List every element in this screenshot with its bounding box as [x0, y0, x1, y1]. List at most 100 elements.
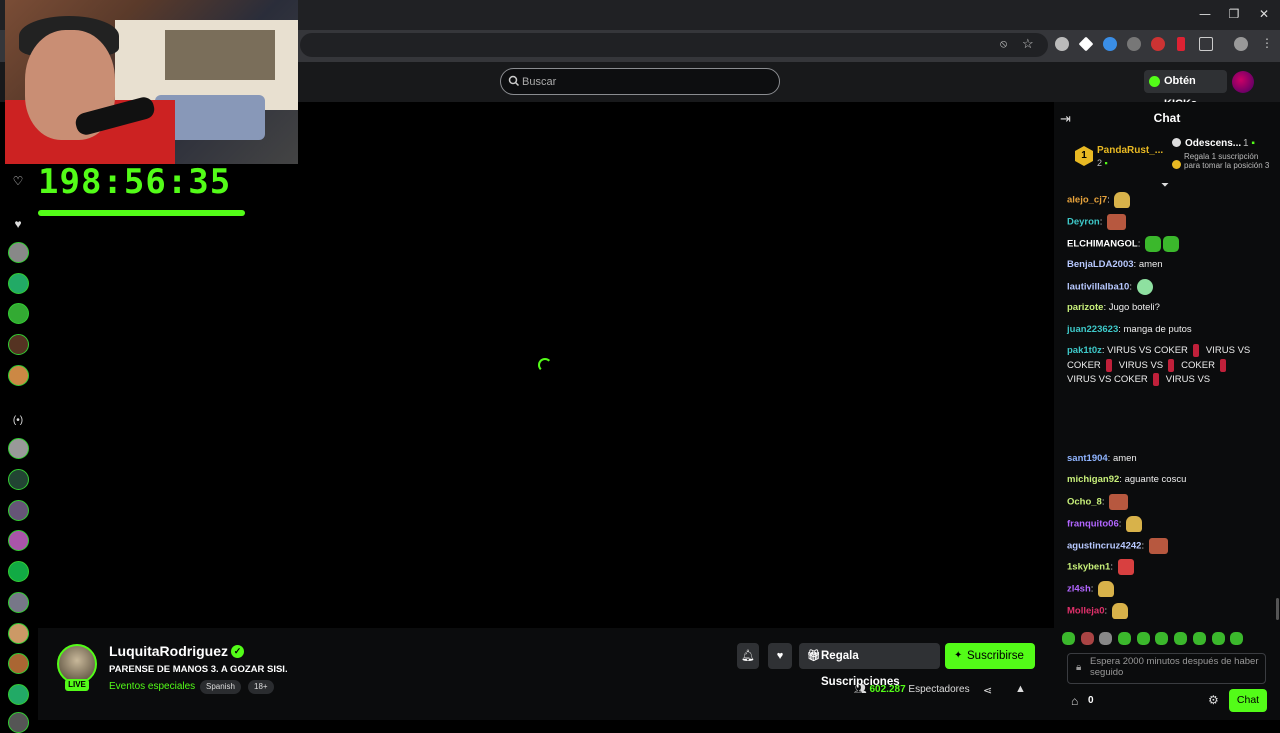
chat-username[interactable]: alejo_cj7	[1067, 195, 1107, 206]
sidebar-channel-avatar[interactable]	[8, 273, 29, 294]
stream-category[interactable]: Eventos especiales	[109, 681, 195, 692]
chat-message: Deyron:	[1067, 214, 1257, 230]
tag-age[interactable]: 18+	[248, 680, 274, 694]
face-emote-icon	[1107, 214, 1127, 230]
puzzle-icon[interactable]	[1199, 37, 1213, 51]
clap-emote-icon	[1098, 581, 1115, 597]
sidebar-channel-avatar[interactable]	[8, 334, 29, 355]
emote-icon[interactable]	[1136, 632, 1150, 646]
emote-icon[interactable]	[1155, 632, 1169, 646]
chat-username[interactable]: lautivillalba10	[1067, 282, 1129, 293]
sidebar-channel-avatar[interactable]	[8, 242, 29, 263]
chat-message-text: COKER	[1181, 359, 1215, 371]
eye-off-icon[interactable]: ⦸	[1000, 38, 1007, 51]
gift-subs-button[interactable]: 🎁︎ Regala Suscripciones	[799, 643, 940, 688]
top-gifter-name[interactable]: PandaRust_...	[1097, 145, 1163, 156]
extension-icon[interactable]	[1055, 37, 1069, 51]
chat-username[interactable]: Ocho_8	[1067, 497, 1102, 508]
chat-send-button[interactable]: Chat	[1229, 689, 1267, 712]
report-icon[interactable]: ▲	[1015, 683, 1026, 695]
sidebar-channel-avatar[interactable]	[8, 303, 29, 324]
user-avatar[interactable]	[1232, 71, 1254, 93]
tag-language[interactable]: Spanish	[200, 680, 241, 694]
extension-icon[interactable]	[1177, 37, 1185, 51]
close-icon[interactable]: ✕	[1249, 4, 1279, 24]
chat-message: parizote: Jugo boteli?	[1067, 302, 1160, 313]
sidebar-channel-avatar[interactable]	[8, 365, 29, 386]
green-emote-icon	[1163, 236, 1179, 252]
chat-username[interactable]: Deyron	[1067, 217, 1100, 228]
get-kicks-button[interactable]: Obtén KICKs	[1144, 70, 1227, 110]
emote-icon[interactable]	[1062, 632, 1075, 646]
chat-message-text: VIRUS VS	[1165, 374, 1211, 386]
heart-icon: ♥	[14, 217, 22, 231]
profile-icon[interactable]	[1234, 37, 1248, 51]
sidebar-channel-avatar[interactable]	[8, 684, 29, 705]
extension-icon[interactable]	[1127, 37, 1141, 51]
sidebar-channel-avatar[interactable]	[8, 592, 29, 613]
emote-icon[interactable]	[1230, 632, 1244, 646]
streamer-webcam	[5, 0, 298, 164]
emote-icon[interactable]	[1099, 632, 1113, 646]
address-bar[interactable]	[300, 33, 1048, 57]
drop-emote-icon	[1219, 358, 1226, 372]
chat-username[interactable]: sant1904	[1067, 453, 1108, 464]
chat-scrollbar[interactable]	[1276, 598, 1279, 620]
channel-points-icon[interactable]: ⌂	[1071, 694, 1078, 708]
minimize-icon[interactable]: —	[1190, 4, 1220, 24]
chat-username[interactable]: pak1t0z	[1067, 345, 1102, 356]
clap-emote-icon	[1126, 516, 1143, 532]
sidebar-channel-avatar[interactable]	[8, 712, 29, 733]
following-heart-icon[interactable]: ♡	[10, 173, 26, 189]
restore-icon[interactable]: ❐	[1219, 4, 1249, 24]
bookmark-star-icon[interactable]: ☆	[1022, 36, 1034, 52]
live-broadcast-icon: (•)	[12, 415, 24, 426]
emote-icon[interactable]	[1211, 632, 1225, 646]
emote-icon[interactable]	[1192, 632, 1206, 646]
emote-icon[interactable]	[1118, 632, 1132, 646]
sidebar-channel-avatar[interactable]	[8, 500, 29, 521]
chat-username[interactable]: agustincruz4242	[1067, 541, 1141, 552]
extension-icon[interactable]	[1103, 37, 1117, 51]
scroll-down-icon[interactable]: ⏷	[1161, 180, 1169, 191]
sidebar-channel-avatar[interactable]	[8, 469, 29, 490]
chat-username[interactable]: 1skyben1	[1067, 562, 1110, 573]
gifter-name[interactable]: Odescens...	[1185, 138, 1241, 149]
chat-username[interactable]: juan223623	[1067, 324, 1118, 335]
viewer-count-label: Espectadores	[908, 684, 970, 695]
chat-username[interactable]: ELCHIMANGOL	[1067, 239, 1138, 250]
menu-dots-icon[interactable]: ⋮	[1261, 36, 1273, 50]
chat-username[interactable]: franquito06	[1067, 519, 1119, 530]
collapse-chat-icon[interactable]: ⇥	[1060, 111, 1071, 127]
chat-message: Ocho_8:	[1067, 494, 1257, 510]
search-icon	[508, 75, 520, 87]
sidebar-channel-avatar[interactable]	[8, 561, 29, 582]
channel-avatar[interactable]	[57, 644, 97, 684]
chat-message: juan223623: manga de putos	[1067, 324, 1192, 335]
chat-username[interactable]: Molleja0	[1067, 606, 1105, 617]
face-emote-icon	[1109, 494, 1129, 510]
emote-icon[interactable]	[1080, 632, 1094, 646]
channel-name[interactable]: LuquitaRodriguez	[109, 643, 228, 659]
sidebar-channel-avatar[interactable]	[8, 623, 29, 644]
sidebar-channel-avatar[interactable]	[8, 653, 29, 674]
chat-message-text: Jugo boteli?	[1108, 302, 1160, 313]
gear-icon[interactable]: ⚙	[1208, 693, 1219, 707]
search-input[interactable]	[522, 69, 772, 94]
green-emote-icon	[1145, 236, 1161, 252]
face-emote-icon	[1148, 538, 1168, 554]
sidebar-channel-avatar[interactable]	[8, 438, 29, 459]
notification-bell-button[interactable]: 🔔︎	[737, 643, 759, 669]
sidebar-channel-avatar[interactable]	[8, 530, 29, 551]
emote-icon[interactable]	[1174, 632, 1188, 646]
extension-icon[interactable]	[1151, 37, 1165, 51]
chat-username[interactable]: michigan92	[1067, 474, 1119, 485]
chat-username[interactable]: BenjaLDA2003	[1067, 259, 1134, 270]
chat-username[interactable]: zl4sh	[1067, 584, 1091, 595]
chat-message: Molleja0:	[1067, 603, 1257, 619]
emote-quick-bar	[1062, 630, 1276, 648]
share-icon[interactable]: ⋖	[983, 684, 992, 697]
subscribe-button[interactable]: ✦ Suscribirse	[945, 643, 1035, 669]
follow-button[interactable]: ♥	[768, 643, 792, 669]
chat-username[interactable]: parizote	[1067, 302, 1103, 313]
